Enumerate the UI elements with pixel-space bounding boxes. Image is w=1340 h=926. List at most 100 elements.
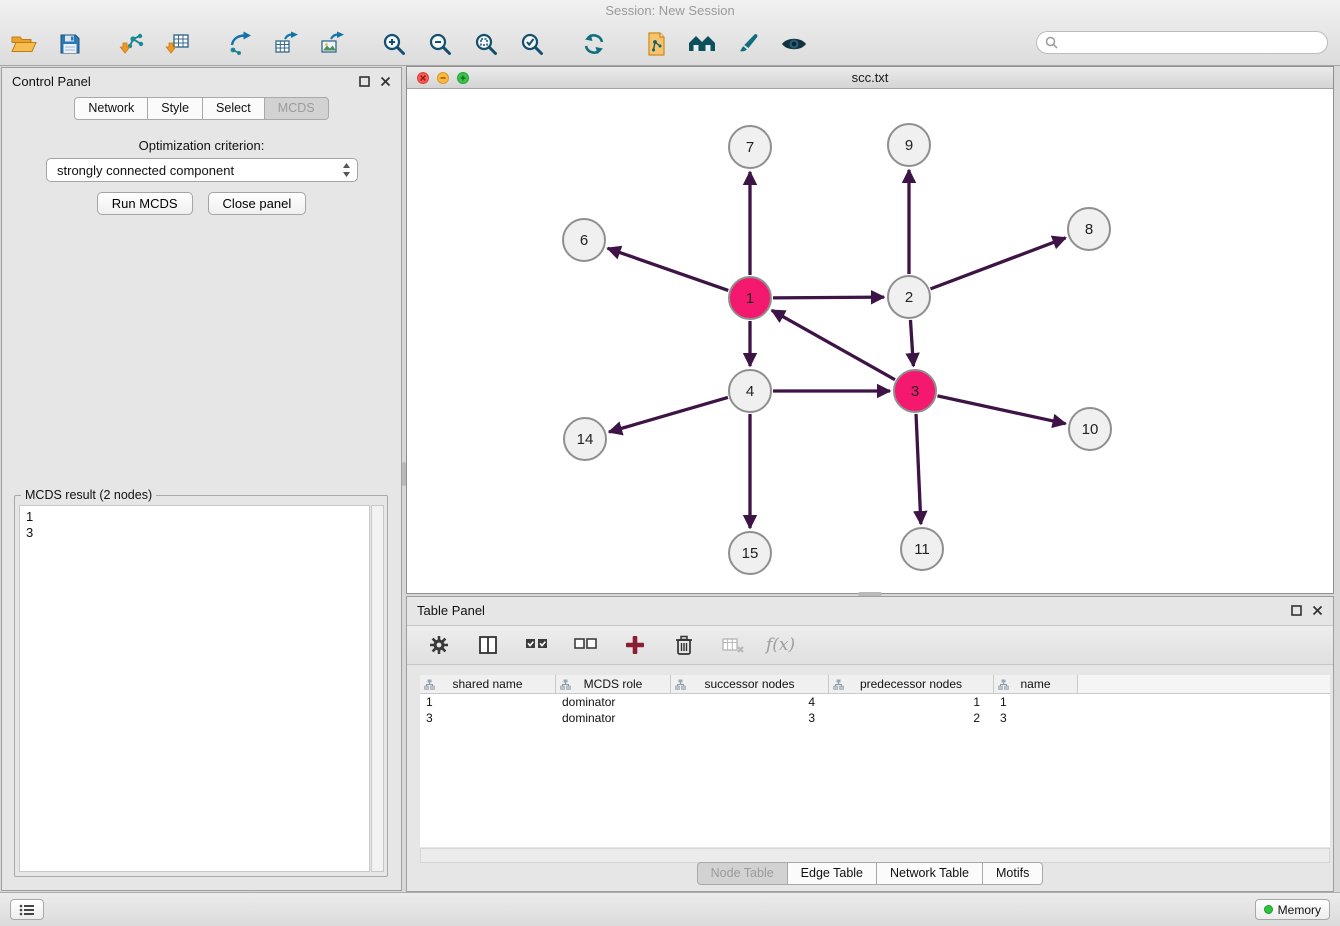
optimization-criterion-select[interactable]: strongly connected component (46, 158, 358, 182)
delete-column-button[interactable] (668, 629, 700, 661)
graph-node-11[interactable]: 11 (901, 528, 943, 570)
birds-eye-button[interactable] (778, 28, 810, 60)
open-session-button[interactable] (8, 28, 40, 60)
graph-node-1[interactable]: 1 (729, 277, 771, 319)
close-table-panel-button[interactable] (1312, 605, 1323, 616)
network-canvas[interactable]: 7 9 6 8 1 2 4 3 14 10 15 11 (407, 89, 1333, 593)
float-panel-button[interactable] (359, 76, 370, 87)
graph-edge-2-3[interactable] (910, 320, 913, 366)
table-tab-node-table[interactable]: Node Table (697, 862, 788, 885)
table-cell[interactable]: 2 (829, 710, 994, 726)
graph-edge-3-10[interactable] (937, 396, 1065, 424)
column-header-shared-name[interactable]: shared name (420, 675, 556, 693)
zoom-in-icon (381, 31, 407, 57)
graph-node-6[interactable]: 6 (563, 219, 605, 261)
first-neighbors-button[interactable] (640, 28, 672, 60)
export-table-icon (273, 31, 299, 57)
add-column-button[interactable] (619, 629, 651, 661)
task-history-button[interactable] (10, 899, 44, 920)
import-table-button[interactable] (162, 28, 194, 60)
export-table-button[interactable] (270, 28, 302, 60)
zoom-in-button[interactable] (378, 28, 410, 60)
graph-node-8[interactable]: 8 (1068, 208, 1110, 250)
select-all-button[interactable] (521, 629, 553, 661)
graph-node-15[interactable]: 15 (729, 532, 771, 574)
refresh-button[interactable] (578, 28, 610, 60)
mcds-result-line: 1 (26, 509, 363, 525)
table-tab-network-table[interactable]: Network Table (877, 862, 983, 885)
export-network-icon (227, 31, 253, 57)
horizontal-splitter-handle[interactable] (858, 592, 882, 596)
column-header-name[interactable]: name (994, 675, 1078, 693)
table-horizontal-scrollbar[interactable] (420, 848, 1330, 863)
unselect-all-button[interactable] (570, 629, 602, 661)
graph-edge-2-8[interactable] (931, 238, 1066, 289)
tab-network[interactable]: Network (74, 97, 148, 120)
zoom-selected-button[interactable] (516, 28, 548, 60)
column-header-MCDS-role[interactable]: MCDS role (556, 675, 671, 693)
column-header-predecessor-nodes[interactable]: predecessor nodes (829, 675, 994, 693)
table-row[interactable]: 1dominator411 (420, 694, 1330, 710)
graph-node-14[interactable]: 14 (564, 418, 606, 460)
graph-node-9[interactable]: 9 (888, 124, 930, 166)
mcds-result-lines[interactable]: 13 (19, 505, 370, 872)
save-session-icon (58, 32, 82, 56)
close-panel-action-button[interactable]: Close panel (208, 192, 307, 215)
run-mcds-button[interactable]: Run MCDS (97, 192, 193, 215)
tab-select[interactable]: Select (203, 97, 265, 120)
graph-edge-3-1[interactable] (772, 310, 895, 379)
table-cell[interactable]: 1 (829, 694, 994, 710)
maximize-window-button[interactable] (457, 72, 469, 84)
result-scrollbar[interactable] (371, 505, 384, 872)
window-titlebar: Session: New Session (0, 0, 1340, 22)
table-cell[interactable]: 3 (420, 710, 556, 726)
graph-edge-1-2[interactable] (773, 297, 884, 298)
graph-edge-1-6[interactable] (608, 248, 729, 290)
table-cell[interactable]: dominator (556, 710, 671, 726)
graph-node-10[interactable]: 10 (1069, 408, 1111, 450)
search-box[interactable] (1036, 31, 1328, 54)
table-row[interactable]: 3dominator323 (420, 710, 1330, 726)
zoom-out-button[interactable] (424, 28, 456, 60)
list-icon (19, 904, 35, 916)
table-cell[interactable]: dominator (556, 694, 671, 710)
table-tab-edge-table[interactable]: Edge Table (788, 862, 877, 885)
close-panel-button[interactable] (380, 76, 391, 87)
delete-table-button[interactable] (717, 629, 749, 661)
minimize-window-button[interactable] (437, 72, 449, 84)
table-cell[interactable]: 1 (420, 694, 556, 710)
status-bar: Memory (0, 892, 1340, 926)
table-cell[interactable]: 3 (994, 710, 1078, 726)
close-window-button[interactable] (417, 72, 429, 84)
table-tab-motifs[interactable]: Motifs (983, 862, 1043, 885)
float-table-panel-button[interactable] (1291, 605, 1302, 616)
graphics-details-button[interactable] (732, 28, 764, 60)
table-cell[interactable]: 4 (671, 694, 829, 710)
table-settings-button[interactable] (423, 629, 455, 661)
memory-button[interactable]: Memory (1255, 899, 1330, 920)
show-columns-button[interactable] (472, 629, 504, 661)
home-button[interactable] (686, 28, 718, 60)
graph-node-7[interactable]: 7 (729, 126, 771, 168)
search-input[interactable] (1063, 36, 1319, 50)
zoom-fit-button[interactable] (470, 28, 502, 60)
trash-icon (674, 634, 694, 656)
export-image-button[interactable] (316, 28, 348, 60)
export-network-button[interactable] (224, 28, 256, 60)
save-session-button[interactable] (54, 28, 86, 60)
import-network-button[interactable] (116, 28, 148, 60)
graph-edge-3-11[interactable] (916, 414, 921, 524)
column-header-successor-nodes[interactable]: successor nodes (671, 675, 829, 693)
vertical-splitter-handle[interactable] (402, 462, 406, 486)
tab-style[interactable]: Style (148, 97, 203, 120)
function-builder-button[interactable]: f(x) (766, 635, 795, 655)
delete-table-icon (721, 635, 745, 655)
graph-node-3[interactable]: 3 (894, 370, 936, 412)
tab-mcds[interactable]: MCDS (265, 97, 329, 120)
graph-edge-4-14[interactable] (609, 397, 728, 432)
table-cell[interactable]: 3 (671, 710, 829, 726)
table-cell[interactable]: 1 (994, 694, 1078, 710)
refresh-icon (581, 31, 607, 57)
graph-node-2[interactable]: 2 (888, 276, 930, 318)
graph-node-4[interactable]: 4 (729, 370, 771, 412)
